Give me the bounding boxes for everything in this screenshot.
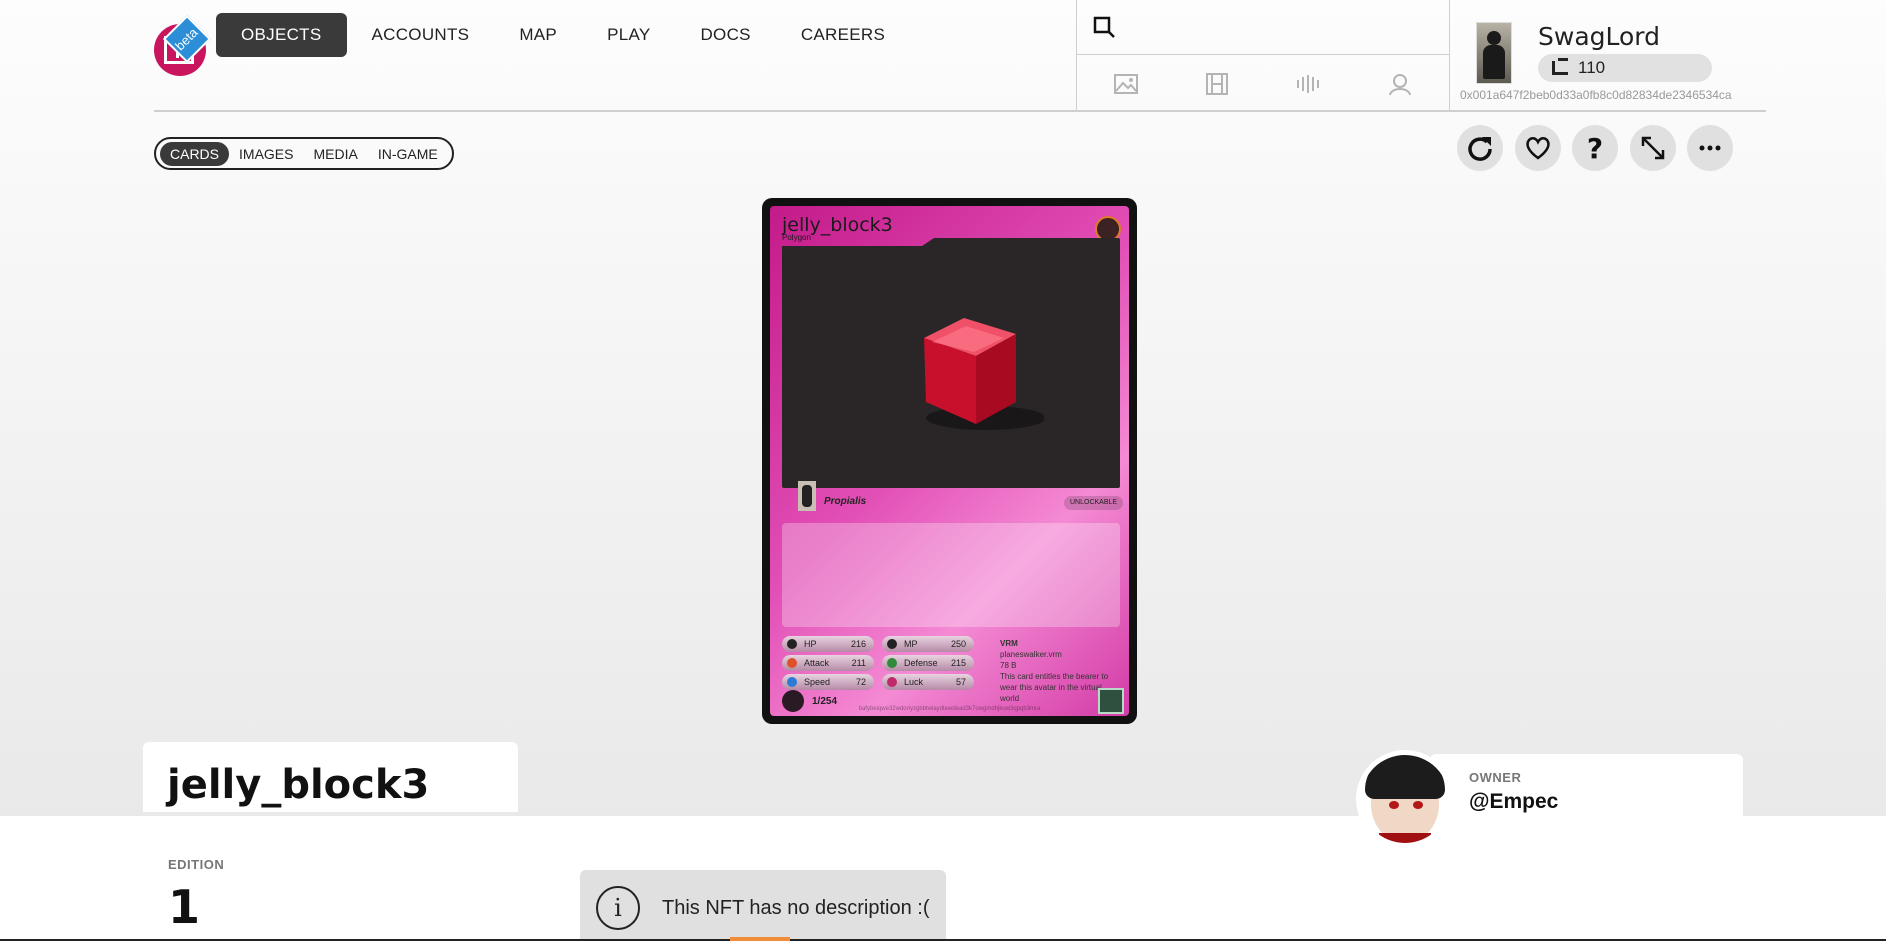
no-description-notice: i This NFT has no description :( [580,870,946,941]
edition-label: EDITION [168,857,225,872]
jelly-cube-image [924,318,1044,430]
balance-value: 110 [1578,58,1606,77]
attack-icon [787,658,797,668]
expand-icon [1641,136,1665,160]
nav-docs[interactable]: DOCS [675,13,775,57]
owner-avatar[interactable] [1356,750,1454,848]
nav-objects[interactable]: OBJECTS [216,13,347,57]
help-icon: ? [1587,133,1603,163]
title-panel: jelly_block3 [143,742,518,812]
speed-icon [787,677,797,687]
nft-card[interactable]: jelly_block3 Polygon Propialis UNLOCKABL… [762,198,1137,724]
stat-hp: HP 216 [782,636,874,652]
nav-careers[interactable]: CAREERS [776,13,910,57]
edition-value: 1 [168,880,201,934]
vrm-note: This card entitles the bearer to wear th… [1000,672,1109,703]
header-divider [154,110,1766,112]
search-icon[interactable] [1093,16,1115,38]
favorite-button[interactable] [1515,125,1561,171]
search-row [1077,0,1449,55]
tab-cards[interactable]: CARDS [160,141,230,166]
user-name[interactable]: SwagLord [1538,22,1660,51]
defense-icon [887,658,897,668]
avatar-eye [1413,801,1423,809]
image-icon[interactable] [1113,72,1139,96]
more-icon [1699,145,1721,151]
tab-in-game[interactable]: IN-GAME [368,142,448,166]
creator-name[interactable]: Propialis [824,496,866,507]
card-hash: bafybeiqwe32wdoriyzgbbtwlaydtewdead3k7ow… [858,706,1041,712]
heart-icon [1526,137,1550,160]
mp-icon [887,639,897,649]
audio-icon[interactable] [1295,72,1321,96]
owner-label: OWNER [1469,770,1522,785]
svg-text:?: ? [1587,133,1603,163]
avatar-hair [1365,755,1445,799]
card-face: jelly_block3 Polygon Propialis UNLOCKABL… [770,206,1129,716]
main-nav: OBJECTS ACCOUNTS MAP PLAY DOCS CAREERS [216,13,910,57]
nav-map[interactable]: MAP [494,13,582,57]
nav-accounts[interactable]: ACCOUNTS [347,13,495,57]
stat-mp: MP 250 [882,636,974,652]
stat-speed: Speed 72 [782,674,874,690]
tab-images[interactable]: IMAGES [229,142,303,166]
more-button[interactable] [1687,125,1733,171]
vrm-size: 78 B [1000,661,1017,670]
search-input[interactable] [1125,10,1435,44]
currency-icon [1552,58,1568,75]
no-description-text: This NFT has no description :( [662,897,930,919]
tab-media[interactable]: MEDIA [303,142,367,166]
refresh-icon [1468,137,1492,161]
hp-icon [787,639,797,649]
vrm-file: planeswalker.vrm [1000,650,1062,659]
help-button[interactable]: ? [1572,125,1618,171]
avatar-icon[interactable] [1387,72,1413,96]
card-description-area [782,523,1120,627]
expand-button[interactable] [1630,125,1676,171]
refresh-button[interactable] [1457,125,1503,171]
user-balance: 110 [1538,54,1712,82]
stat-luck: Luck 57 [882,674,974,690]
owner-name[interactable]: @Empec [1469,790,1558,814]
user-avatar[interactable] [1476,22,1512,84]
creator-avatar[interactable] [798,481,816,511]
bottom-accent [730,937,790,941]
search-panel [1076,0,1450,112]
unlockable-badge: UNLOCKABLE [1064,496,1124,510]
top-header: beta OBJECTS ACCOUNTS MAP PLAY DOCS CARE… [0,0,1886,112]
stat-attack: Attack 211 [782,655,874,671]
info-icon: i [596,886,640,930]
wallet-address: 0x001a647f2beb0d33a0fb8c0d82834de2346534… [1460,88,1732,102]
card-artwork [782,238,1120,488]
vrm-title: VRM [1000,639,1018,648]
stat-defense: Defense 215 [882,655,974,671]
view-tabs: CARDS IMAGES MEDIA IN-GAME [154,137,454,170]
luck-icon [887,677,897,687]
film-icon[interactable] [1204,72,1230,96]
avatar-eye [1389,801,1399,809]
card-subtitle: Polygon [782,233,811,242]
nav-play[interactable]: PLAY [582,13,675,57]
object-title: jelly_block3 [167,762,430,808]
